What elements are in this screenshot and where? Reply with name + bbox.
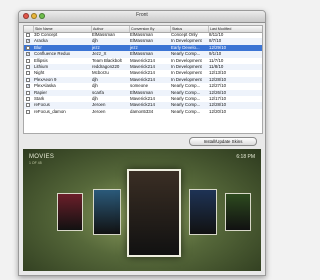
skins-table: Skin Name Author Conversion By Status La…	[23, 25, 263, 134]
row-checkbox[interactable]	[26, 65, 30, 70]
poster-thumbnail	[189, 189, 217, 235]
row-checkbox[interactable]	[26, 109, 30, 114]
install-update-skins-button[interactable]: Install/Update Skins	[189, 137, 257, 146]
row-checkbox[interactable]	[26, 71, 30, 76]
preview-section-title: MOVIES	[29, 154, 55, 160]
app-window: Front Skin Name Author Conversion By Sta…	[18, 10, 266, 276]
row-checkbox[interactable]	[26, 45, 30, 50]
poster-thumbnail	[57, 193, 83, 231]
preview-subtitle: 1 OF 45	[29, 161, 42, 165]
row-checkbox[interactable]	[26, 77, 30, 82]
row-checkbox[interactable]	[26, 90, 30, 95]
table-row[interactable]: reFocus_damon Jeroen damon5334 Nearly Comp.…	[24, 109, 262, 115]
row-checkbox[interactable]	[26, 97, 30, 102]
cell-name: reFocus_damon	[34, 108, 66, 114]
preview-clock: 6:18 PM	[236, 154, 255, 160]
row-checkbox[interactable]	[26, 58, 30, 63]
row-checkbox[interactable]: ✓	[26, 84, 30, 89]
cell-conversion: damon5334	[130, 108, 154, 114]
poster-thumbnail	[225, 193, 251, 231]
row-checkbox[interactable]	[26, 33, 30, 38]
button-bar: Install/Update Skins	[23, 136, 261, 146]
poster-focused[interactable]	[127, 169, 181, 257]
row-checkbox[interactable]: ✓	[26, 52, 30, 57]
cell-modified: 12/20/10	[209, 108, 227, 114]
cell-status: Nearly Comp...	[171, 108, 201, 114]
skin-preview: MOVIES 1 OF 45 6:18 PM	[23, 149, 261, 271]
row-checkbox[interactable]: ✓	[26, 39, 30, 44]
cell-author: Jeroen	[92, 108, 106, 114]
window-title: Front	[136, 12, 148, 18]
title-bar[interactable]: Front	[19, 11, 265, 23]
row-checkbox[interactable]	[26, 103, 30, 108]
poster-thumbnail	[93, 189, 121, 235]
